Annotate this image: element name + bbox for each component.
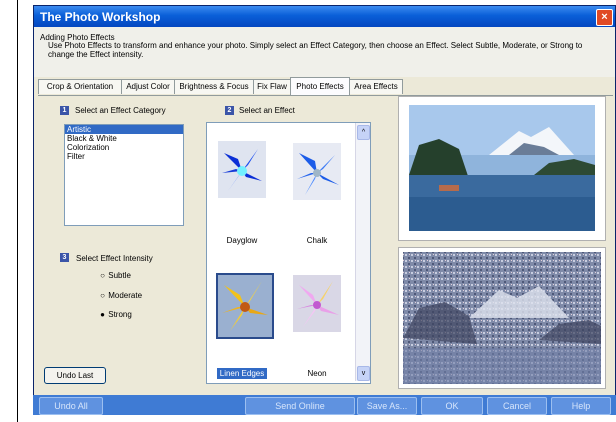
step-3-icon: 3 [60, 253, 69, 262]
category-item[interactable]: Artistic [65, 125, 183, 134]
cancel-button[interactable]: Cancel [487, 397, 547, 415]
instruction-header: Adding Photo Effects Use Photo Effects t… [34, 27, 615, 77]
ok-button[interactable]: OK [421, 397, 483, 415]
radio-subtle[interactable]: ○ Subtle [99, 271, 131, 280]
effect-label: Linen Edges [216, 368, 268, 379]
scroll-up-icon[interactable]: ^ [357, 125, 370, 140]
effects-list[interactable]: Dayglow Chalk Linen Edges Neon ^ v [206, 122, 371, 384]
frame-divider [17, 0, 18, 422]
tab-area-effects[interactable]: Area Effects [349, 79, 403, 94]
save-as-button[interactable]: Save As... [357, 397, 417, 415]
category-item[interactable]: Colorization [65, 143, 183, 152]
tab-brightness-focus[interactable]: Brightness & Focus [174, 79, 254, 94]
category-list[interactable]: Artistic Black & White Colorization Filt… [64, 124, 184, 226]
radio-label: Strong [108, 310, 132, 319]
title-bar: The Photo Workshop × [34, 6, 615, 27]
undo-all-button[interactable]: Undo All [39, 397, 103, 415]
window-title: The Photo Workshop [40, 10, 161, 24]
bottom-button-bar: Undo All Send Online Save As... OK Cance… [33, 395, 616, 415]
category-item[interactable]: Filter [65, 152, 183, 161]
effect-label-selected: Linen Edges [212, 368, 272, 379]
tab-photo-effects[interactable]: Photo Effects [290, 77, 350, 95]
radio-label: Moderate [108, 291, 143, 300]
effect-preview [398, 247, 606, 389]
scroll-down-icon[interactable]: v [357, 366, 370, 381]
step-2-label: Select an Effect [239, 106, 295, 115]
step-1-label: Select an Effect Category [75, 106, 166, 115]
send-online-button[interactable]: Send Online [245, 397, 355, 415]
effect-thumb-linen-edges[interactable] [216, 273, 274, 339]
step-1-icon: 1 [60, 106, 69, 115]
tab-crop-orientation[interactable]: Crop & Orientation [38, 79, 122, 94]
app-window: The Photo Workshop × Adding Photo Effect… [33, 5, 616, 415]
undo-last-button[interactable]: Undo Last [44, 367, 106, 384]
effect-label: Dayglow [226, 236, 258, 245]
radio-off-icon: ○ [100, 291, 105, 300]
close-icon[interactable]: × [596, 9, 613, 26]
step-2-icon: 2 [225, 106, 234, 115]
effect-label: Neon [307, 369, 327, 378]
radio-moderate[interactable]: ○ Moderate [99, 291, 142, 300]
radio-label: Subtle [108, 271, 131, 280]
step-3-label: Select Effect Intensity [76, 254, 153, 263]
effect-thumb-neon[interactable] [293, 275, 341, 332]
original-photo [409, 105, 595, 231]
help-button[interactable]: Help [551, 397, 611, 415]
effect-thumb-dayglow[interactable] [218, 141, 266, 198]
radio-off-icon: ○ [100, 271, 105, 280]
tab-fix-flaw[interactable]: Fix Flaw [253, 79, 291, 94]
tab-adjust-color[interactable]: Adjust Color [121, 79, 175, 94]
radio-on-icon: ● [100, 310, 105, 319]
radio-strong[interactable]: ● Strong [99, 310, 132, 319]
effects-scrollbar[interactable]: ^ v [355, 123, 370, 381]
original-preview [398, 96, 606, 241]
effect-photo [403, 252, 601, 384]
effect-thumb-chalk[interactable] [293, 143, 341, 200]
category-item[interactable]: Black & White [65, 134, 183, 143]
effect-label: Chalk [306, 236, 328, 245]
instruction-text: Use Photo Effects to transform and enhan… [48, 41, 583, 59]
